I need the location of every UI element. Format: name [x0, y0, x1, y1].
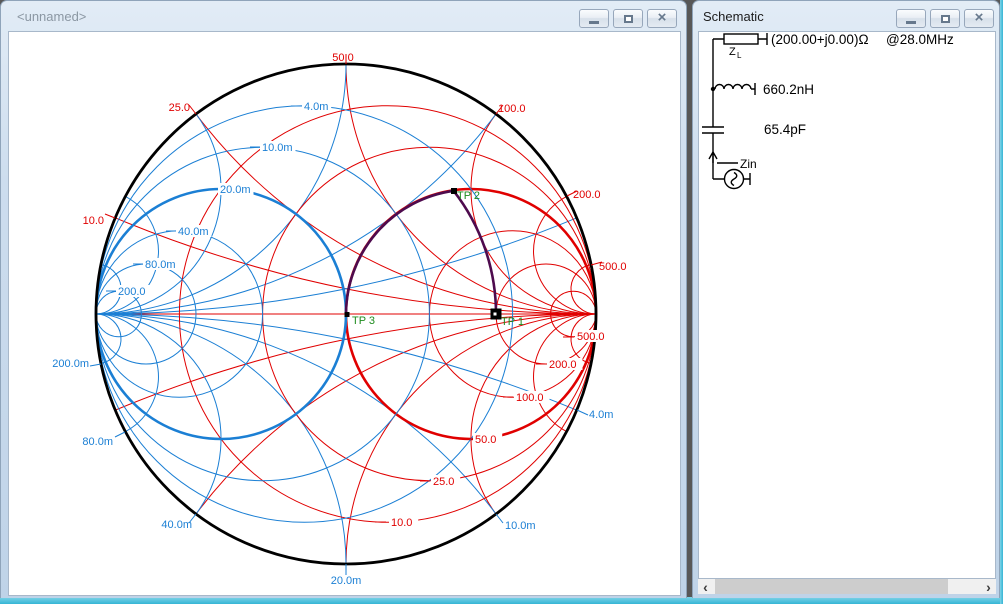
grid-label: 100.0: [516, 392, 544, 404]
schematic-window-title: Schematic: [703, 9, 764, 24]
susceptance-arc: [96, 314, 221, 514]
zin-label: Zin: [740, 157, 757, 171]
capacitor-symbol[interactable]: [702, 127, 724, 133]
susceptance-arc: [96, 314, 158, 432]
testpoint-label-1: TP 1: [501, 316, 524, 328]
close-icon: ×: [975, 10, 984, 25]
label-leader: [105, 214, 115, 218]
horizontal-scrollbar[interactable]: ‹ ›: [698, 579, 996, 594]
smith-chart: 10.0 25.0 50.0 100.0 200.0 500.0 10.0 25.0 50.0 1…: [1, 1, 688, 599]
grid-label: 20.0m: [331, 575, 362, 587]
grid-label: 10.0: [83, 215, 104, 227]
capacitor-value[interactable]: 65.4pF: [764, 122, 806, 137]
grid-label: 50.0: [332, 52, 353, 64]
label-leader: [115, 432, 125, 437]
restore-icon: [941, 15, 950, 23]
load-label: Z: [729, 46, 736, 58]
reactance-arc: [471, 314, 596, 514]
smith-chart-window: <unnamed> × 10.025.050.0100.0200.0500.01…: [0, 0, 687, 598]
susceptance-arc: [96, 114, 221, 314]
testpoint-marker-3[interactable]: [345, 312, 350, 317]
grid-label: 500.0: [577, 331, 605, 343]
grid-label: 25.0: [169, 102, 190, 114]
restore-button[interactable]: [930, 9, 960, 28]
minimize-button[interactable]: [896, 9, 926, 28]
testpoint-label-3: TP 3: [352, 315, 375, 327]
schematic-window-titlebar[interactable]: Schematic ×: [693, 1, 999, 31]
grid-label: 80.0m: [145, 259, 176, 271]
inductor-symbol[interactable]: [715, 83, 755, 95]
grid-label: 10.0m: [505, 520, 536, 532]
minimize-icon: [906, 21, 916, 24]
schematic-drawing: Z L (200.00+j0.00)Ω @28.0MHz 660.2nH 65.…: [698, 31, 996, 579]
grid-label: 50.0: [475, 434, 496, 446]
grid-label: 200.0: [118, 286, 146, 298]
grid-label: 500.0: [599, 261, 627, 273]
grid-label: 40.0m: [161, 519, 192, 531]
grid-label: 100.0: [498, 103, 526, 115]
scroll-right-arrow[interactable]: ›: [981, 579, 996, 594]
label-leader: [577, 410, 588, 415]
grid-label: 80.0m: [82, 436, 113, 448]
grid-label: 200.0m: [52, 358, 89, 370]
node-dot: [711, 87, 715, 91]
matching-trace: [346, 191, 496, 314]
grid-label: 25.0: [433, 476, 454, 488]
grid-label: 200.0: [549, 359, 577, 371]
inductor-value[interactable]: 660.2nH: [763, 82, 814, 97]
reactance-arc: [471, 114, 596, 314]
grid-label: 10.0m: [262, 142, 293, 154]
load-label-sub: L: [737, 51, 742, 60]
label-leader: [189, 105, 196, 114]
load-value[interactable]: (200.00+j0.00)Ω: [771, 32, 869, 47]
grid-label: 10.0: [391, 517, 412, 529]
grid-label: 40.0m: [178, 226, 209, 238]
load-resistor-symbol[interactable]: [724, 34, 758, 44]
scroll-thumb[interactable]: [715, 579, 948, 594]
label-leader: [90, 364, 101, 366]
grid-label: 200.0: [573, 189, 601, 201]
grid-label: 20.0m: [220, 184, 251, 196]
label-leader: [496, 514, 503, 523]
reactance-arc: [534, 196, 596, 314]
scroll-left-arrow[interactable]: ‹: [698, 579, 713, 594]
grid-label: 4.0m: [589, 409, 613, 421]
grid-label: 4.0m: [304, 101, 328, 113]
close-button[interactable]: ×: [964, 9, 994, 28]
frequency-value[interactable]: @28.0MHz: [886, 32, 954, 47]
schematic-window: Schematic × Z L: [692, 0, 1000, 598]
zin-arrow-icon: [709, 152, 738, 163]
testpoint-marker-dot: [494, 313, 497, 316]
testpoint-label-2: TP 2: [457, 190, 480, 202]
